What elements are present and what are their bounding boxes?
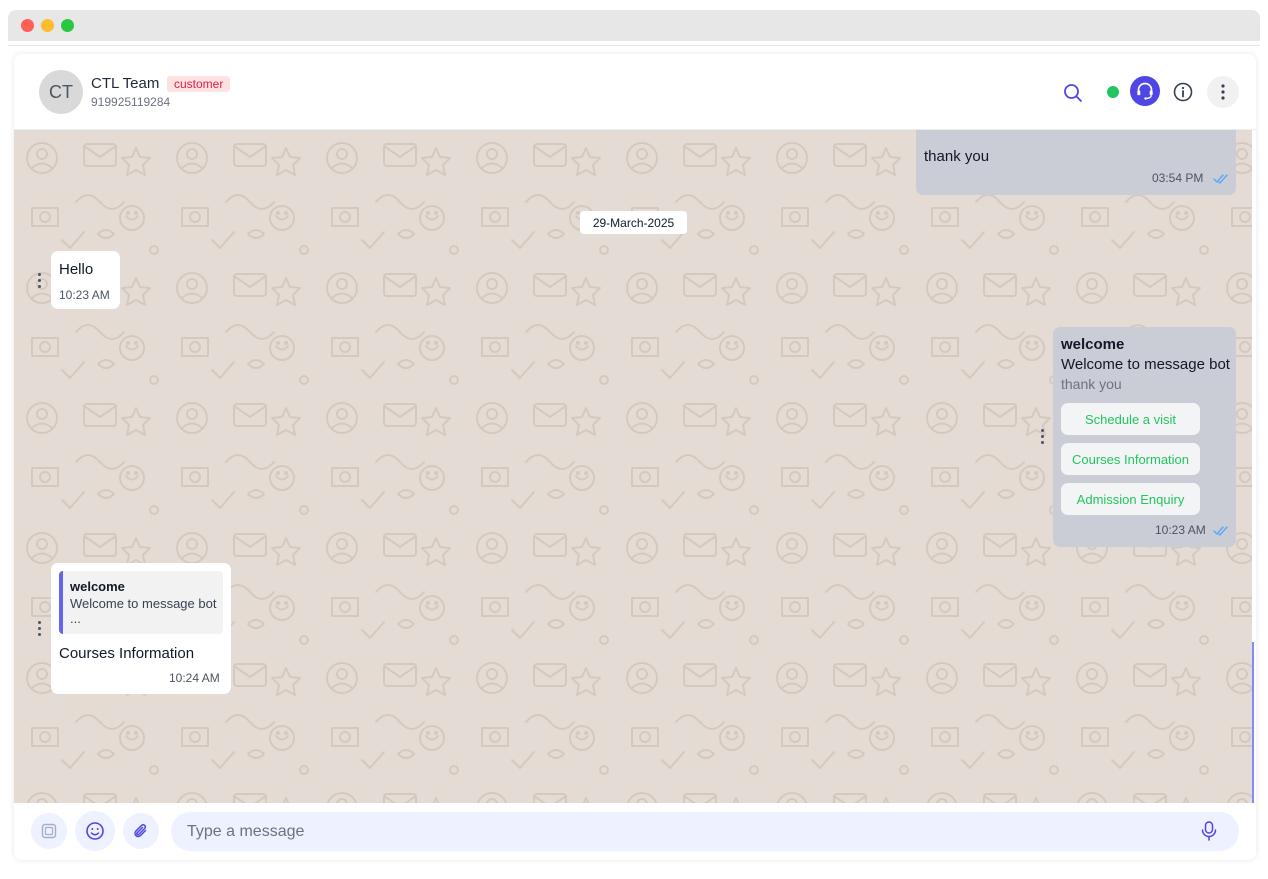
double-check-icon xyxy=(1213,526,1228,536)
search-icon[interactable] xyxy=(1061,81,1085,105)
template-message-bubble[interactable]: welcome Welcome to message bot thank you… xyxy=(1053,327,1236,547)
emoji-button[interactable] xyxy=(75,811,115,851)
message-text: Courses Information xyxy=(59,645,195,662)
template-title: welcome xyxy=(1061,336,1125,353)
attachment-icon xyxy=(134,824,147,838)
message-text: thank you xyxy=(924,148,990,165)
online-status-indicator xyxy=(1107,86,1119,98)
mic-icon[interactable] xyxy=(1199,820,1219,842)
chat-header: CT CTL Team customer 919925119284 xyxy=(14,54,1256,130)
avatar[interactable]: CT xyxy=(39,70,83,114)
reply-message-bubble[interactable]: welcome Welcome to message bot ... Cours… xyxy=(51,563,231,694)
message-options-icon[interactable] xyxy=(38,621,42,637)
maximize-window-button[interactable] xyxy=(61,19,74,32)
attachment-button[interactable] xyxy=(123,813,159,849)
template-body: Welcome to message bot xyxy=(1061,356,1230,373)
info-icon[interactable] xyxy=(1171,80,1195,104)
message-options-icon[interactable] xyxy=(1041,429,1045,445)
message-time: 10:23 AM xyxy=(59,288,110,302)
double-check-icon xyxy=(1213,174,1228,184)
agent-support-icon[interactable] xyxy=(1130,76,1160,106)
chat-panel: CT CTL Team customer 919925119284 thank … xyxy=(14,54,1256,860)
template-button-schedule-visit[interactable]: Schedule a visit xyxy=(1061,403,1200,435)
quoted-ellipsis: ... xyxy=(70,611,81,626)
message-input[interactable] xyxy=(171,812,1239,851)
emoji-icon xyxy=(86,822,104,840)
message-time: 10:24 AM xyxy=(169,671,220,685)
scrollbar-thumb[interactable] xyxy=(1252,642,1254,803)
template-button-admission-enquiry[interactable]: Admission Enquiry xyxy=(1061,483,1200,515)
close-window-button[interactable] xyxy=(21,19,34,32)
more-vertical-icon[interactable] xyxy=(1207,76,1239,108)
message-composer xyxy=(14,803,1256,860)
template-footer: thank you xyxy=(1061,376,1122,392)
minimize-window-button[interactable] xyxy=(41,19,54,32)
divider xyxy=(8,45,1260,46)
contact-name: CTL Team xyxy=(91,75,160,92)
message-text: Hello xyxy=(59,261,94,278)
quoted-title: welcome xyxy=(70,579,125,594)
message-time: 10:23 AM xyxy=(1155,523,1206,537)
message-options-icon[interactable] xyxy=(38,273,42,289)
template-button[interactable] xyxy=(31,813,67,849)
message-bubble-outgoing[interactable]: thank you 03:54 PM xyxy=(916,130,1236,195)
contact-tag-badge: customer xyxy=(167,76,231,92)
message-bubble-incoming[interactable]: Hello 10:23 AM xyxy=(51,251,120,309)
date-separator: 29-March-2025 xyxy=(580,211,687,234)
quoted-message[interactable]: welcome Welcome to message bot ... xyxy=(59,571,223,634)
message-list[interactable]: thank you 03:54 PM 29-March-2025 Hello 1… xyxy=(14,130,1252,803)
message-time: 03:54 PM xyxy=(1152,171,1204,185)
quoted-text: Welcome to message bot xyxy=(70,596,217,611)
template-button-courses-information[interactable]: Courses Information xyxy=(1061,443,1200,475)
template-icon xyxy=(41,823,57,839)
window-title-bar xyxy=(8,10,1260,41)
contact-phone: 919925119284 xyxy=(91,95,171,109)
